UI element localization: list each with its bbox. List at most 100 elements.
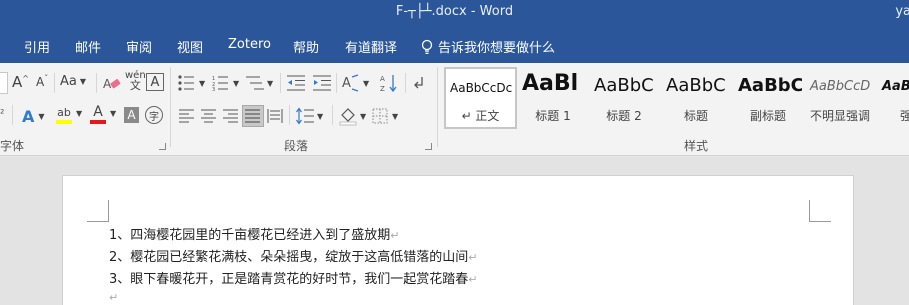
paragraph-shading-icon[interactable]: ▼: [339, 106, 369, 126]
tab-zotero[interactable]: Zotero: [228, 37, 271, 52]
paragraph-4[interactable]: ↵: [109, 290, 118, 305]
svg-text:Z: Z: [380, 85, 385, 93]
chinese-layout-icon[interactable]: A ▼: [342, 73, 372, 93]
numbering-icon[interactable]: 123 ▼: [212, 75, 242, 91]
paragraph-text: 3、眼下春暖花开，正是踏青赏花的好时节，我们一起赏花踏春: [109, 272, 469, 287]
character-border-glyph: A: [150, 74, 160, 90]
style-sample: AaBbCcDc: [450, 81, 513, 95]
line-spacing-icon[interactable]: ▼: [296, 107, 326, 125]
styles-gallery: AaBbCcDc ↵ 正文 AaBl 标题 1 AaBbC 标题 2 AaBbC…: [444, 67, 909, 129]
align-left-icon[interactable]: [179, 109, 195, 123]
style-title[interactable]: AaBbC 标题: [662, 67, 730, 129]
text-effects-button[interactable]: A ▼: [22, 107, 45, 126]
tab-help[interactable]: 帮助: [293, 37, 319, 56]
phonetic-guide-button[interactable]: wén 文: [125, 71, 146, 92]
font-color-button[interactable]: A: [90, 105, 106, 124]
style-name: 副标题: [749, 109, 786, 123]
document-area: 1、四海樱花园里的千亩樱花已经进入到了盛放期↵ 2、樱花园已经繁花满枝、朵朵摇曳…: [0, 157, 909, 305]
superscript-fragment[interactable]: ²: [0, 107, 4, 120]
align-right-icon[interactable]: [223, 109, 239, 123]
tab-youdao-translate[interactable]: 有道翻译: [345, 37, 397, 56]
tab-references[interactable]: 引用: [24, 37, 50, 56]
shrink-font-glyph: A: [36, 75, 45, 89]
borders-icon[interactable]: ▼: [372, 107, 402, 125]
ribbon: A ^ Aˇ Aa ▼ A wén 文 A ² A ▼ ab ▼ A ▼ A 字…: [0, 63, 909, 156]
character-shading-glyph: A: [127, 108, 136, 122]
highlight-button[interactable]: ab: [56, 107, 72, 124]
font-color-dropdown[interactable]: ▼: [110, 109, 116, 118]
top-right-crop-mark: [809, 200, 831, 222]
style-sample: AaBbC: [666, 75, 726, 96]
distributed-icon[interactable]: [267, 108, 283, 124]
highlight-dropdown[interactable]: ▼: [76, 109, 82, 118]
svg-text:▼: ▼: [317, 112, 324, 121]
change-case-button[interactable]: Aa ▼: [60, 74, 86, 89]
tab-view[interactable]: 视图: [177, 37, 203, 56]
svg-text:▼: ▼: [392, 112, 399, 121]
style-name: 标题: [683, 109, 708, 123]
decrease-indent-icon[interactable]: [287, 75, 305, 91]
style-name: 标题 2: [606, 109, 642, 123]
enclose-characters-glyph: 字: [149, 111, 159, 123]
paragraph-3[interactable]: 3、眼下春暖花开，正是踏青赏花的好时节，我们一起赏花踏春↵: [109, 268, 478, 287]
tab-mailings[interactable]: 邮件: [75, 37, 101, 56]
clear-formatting-icon[interactable]: A: [102, 75, 122, 93]
document-page[interactable]: 1、四海樱花园里的千亩樱花已经进入到了盛放期↵ 2、樱花园已经繁花满枝、朵朵摇曳…: [62, 175, 854, 305]
style-sample: AaBl: [522, 71, 579, 96]
svg-text:A: A: [380, 75, 385, 83]
multilevel-list-icon[interactable]: ▼: [246, 75, 276, 91]
paragraph-group-label: 段落: [284, 139, 309, 153]
paragraph-mark: ↵: [109, 291, 119, 304]
style-sample: AaBb: [882, 79, 909, 94]
style-heading-2[interactable]: AaBbC 标题 2: [590, 67, 658, 129]
style-heading-1[interactable]: AaBl 标题 1: [518, 67, 588, 129]
sort-icon[interactable]: AZ: [380, 73, 398, 93]
style-subtitle[interactable]: AaBbC 副标题: [734, 67, 802, 129]
styles-group-label: 样式: [684, 139, 709, 153]
svg-text:▼: ▼: [363, 79, 370, 88]
style-sample: AaBbC: [594, 75, 654, 96]
paragraph-1[interactable]: 1、四海樱花园里的千亩樱花已经进入到了盛放期↵: [109, 224, 400, 243]
font-dialog-launcher[interactable]: [159, 143, 166, 150]
bullets-icon[interactable]: ▼: [178, 75, 208, 91]
character-shading-button[interactable]: A: [124, 107, 139, 123]
shrink-font-button[interactable]: Aˇ: [36, 74, 48, 90]
grow-font-glyph: A: [12, 73, 23, 91]
grow-font-button[interactable]: A ^: [12, 73, 29, 91]
character-border-button[interactable]: A: [146, 73, 164, 91]
font-color-glyph: A: [93, 104, 103, 120]
paragraph-2[interactable]: 2、樱花园已经繁花满枝、朵朵摇曳，绽放于这高低错落的山间↵: [109, 246, 478, 265]
title-bar: F-┬├┴.docx - Word ya: [0, 0, 909, 26]
ribbon-tabs: 引用 邮件 审阅 视图 Zotero 帮助 有道翻译 告诉我你想要做什么: [0, 26, 909, 63]
user-name[interactable]: ya: [895, 4, 909, 19]
top-left-crop-mark: [87, 200, 109, 222]
align-center-icon[interactable]: [201, 109, 217, 123]
style-subtle-emphasis[interactable]: AaBbCcD 不明显强调: [806, 67, 874, 129]
enclose-characters-button[interactable]: 字: [145, 106, 163, 124]
style-name: 标题 1: [535, 109, 571, 123]
paragraph-text: 2、樱花园已经繁花满枝、朵朵摇曳，绽放于这高低错落的山间: [109, 250, 469, 265]
paragraph-mark: ↵: [390, 229, 400, 242]
highlight-glyph: ab: [57, 106, 71, 119]
svg-text:▼: ▼: [360, 112, 367, 121]
tab-review[interactable]: 审阅: [126, 37, 152, 56]
tell-me-label: 告诉我你想要做什么: [438, 41, 556, 56]
style-name: 强: [900, 109, 909, 123]
style-name: 不明显强调: [809, 109, 870, 123]
font-size-box[interactable]: [0, 72, 8, 94]
style-name: ↵ 正文: [461, 109, 500, 123]
text-effects-glyph: A: [22, 107, 35, 126]
svg-text:▼: ▼: [233, 79, 240, 88]
style-normal[interactable]: AaBbCcDc ↵ 正文: [444, 67, 517, 129]
increase-indent-icon[interactable]: [313, 75, 331, 91]
font-group-label: 字体: [0, 139, 25, 153]
justify-icon: [245, 109, 260, 123]
justify-button[interactable]: [242, 105, 264, 127]
paragraph-mark: ↵: [468, 251, 478, 264]
window-title: F-┬├┴.docx - Word: [395, 4, 514, 19]
paragraph-dialog-launcher[interactable]: [425, 143, 432, 150]
tell-me-search[interactable]: 告诉我你想要做什么: [420, 37, 555, 56]
show-hide-marks-icon[interactable]: [413, 75, 427, 91]
svg-text:▼: ▼: [267, 79, 274, 88]
style-strong[interactable]: AaBb 强: [878, 67, 909, 129]
